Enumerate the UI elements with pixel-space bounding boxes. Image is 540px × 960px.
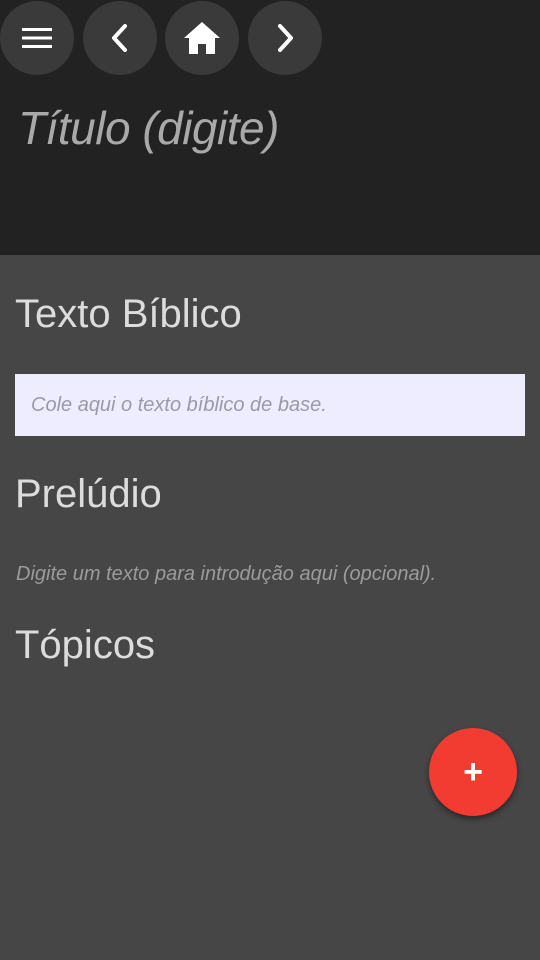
chevron-left-icon: [108, 22, 132, 54]
chevron-right-icon: [273, 22, 297, 54]
bible-text-placeholder: Cole aqui o texto bíblico de base.: [31, 393, 327, 416]
forward-button[interactable]: [248, 1, 322, 75]
prelude-heading: Prelúdio: [15, 472, 162, 516]
menu-icon: [21, 26, 53, 50]
app-header: Título (digite): [0, 0, 540, 255]
title-input[interactable]: Título (digite): [18, 98, 518, 158]
bible-text-heading: Texto Bíblico: [15, 292, 242, 336]
home-button[interactable]: [165, 1, 239, 75]
add-topic-button[interactable]: +: [429, 728, 517, 816]
topics-heading: Tópicos: [15, 623, 156, 667]
bible-text-input[interactable]: Cole aqui o texto bíblico de base.: [15, 374, 525, 436]
prelude-input[interactable]: Digite um texto para introdução aqui (op…: [16, 560, 531, 588]
back-button[interactable]: [83, 1, 157, 75]
menu-button[interactable]: [0, 1, 74, 75]
home-icon: [183, 21, 221, 55]
add-icon: +: [463, 753, 483, 791]
